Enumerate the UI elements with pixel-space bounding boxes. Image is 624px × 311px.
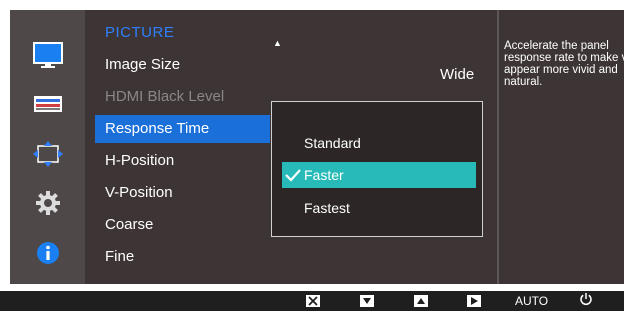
info-icon [36,241,60,270]
close-key-icon [306,295,320,307]
picture-menu: PICTURE ▲ Image Size Wide HDMI Black Lev… [85,10,497,284]
menu-item-fine[interactable]: Fine [95,243,270,271]
information-category[interactable] [10,240,85,270]
category-sidebar [10,10,85,284]
menu-item-response-time[interactable]: Response Time [95,115,270,143]
response-time-dropdown: Standard Faster Fastest [271,101,483,237]
menu-item-image-size[interactable]: Image Size [95,51,270,79]
help-text: Accelerate the panel response rate to ma… [504,40,624,88]
resize-arrows-icon [32,140,63,172]
setup-category[interactable] [10,190,85,220]
picture-category[interactable] [10,41,85,73]
option-fastest[interactable]: Fastest [282,195,476,221]
checkmark-icon [284,162,302,188]
option-faster-label: Faster [304,167,344,183]
help-panel: Accelerate the panel response rate to ma… [499,10,624,284]
option-standard[interactable]: Standard [282,130,476,156]
size-position-category[interactable] [10,140,85,172]
auto-button[interactable]: AUTO [515,294,548,308]
close-key-button[interactable] [306,295,320,307]
menu-item-v-position[interactable]: V-Position [95,179,270,207]
power-button[interactable] [579,292,593,311]
up-key-icon [414,295,428,307]
power-icon [579,292,593,311]
up-key-button[interactable] [414,295,428,307]
bottom-key-bar: AUTO [0,291,624,311]
enter-key-icon [467,295,481,307]
color-category[interactable] [10,91,85,121]
menu-item-hdmi-black-level[interactable]: HDMI Black Level [95,83,270,111]
scroll-up-arrow-icon[interactable]: ▲ [273,38,282,48]
menu-item-coarse[interactable]: Coarse [95,211,270,239]
image-size-value: Wide [440,66,475,83]
enter-key-button[interactable] [467,295,481,307]
gear-icon [35,190,60,220]
osd-window: PICTURE ▲ Image Size Wide HDMI Black Lev… [10,10,624,284]
menu-item-h-position[interactable]: H-Position [95,147,270,175]
menu-lines-icon [33,95,63,118]
menu-title: PICTURE [105,24,175,41]
down-key-button[interactable] [360,295,374,307]
monitor-icon [32,41,63,73]
down-key-icon [360,295,374,307]
option-faster[interactable]: Faster [282,162,476,188]
